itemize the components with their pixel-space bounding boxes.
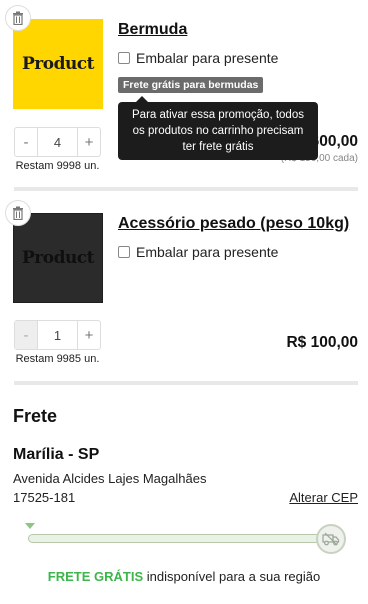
gift-wrap-label: Embalar para presente <box>136 50 279 66</box>
free-shipping-progress-bar <box>28 534 344 543</box>
promo-tooltip: Para ativar essa promoção, todos os prod… <box>118 96 318 160</box>
change-cep-link[interactable]: Alterar CEP <box>289 490 358 505</box>
quantity-stepper[interactable]: - 4 + <box>14 127 101 157</box>
gift-wrap-checkbox[interactable] <box>118 246 130 258</box>
progress-start-marker <box>25 523 35 529</box>
stock-remaining: Restam 9998 un. <box>15 160 100 172</box>
free-shipping-unavailable-text: indisponível para a sua região <box>143 569 321 584</box>
product-image-text: Product <box>21 54 95 74</box>
product-name[interactable]: Bermuda <box>118 21 187 39</box>
remove-item-button[interactable] <box>5 5 31 31</box>
item-total-price: R$ 100,00 <box>286 334 358 351</box>
quantity-value[interactable]: 4 <box>37 128 78 156</box>
increment-button[interactable]: + <box>78 128 100 156</box>
shipping-title: Frete <box>13 406 58 426</box>
shipping-cep: 17525-181 <box>13 490 76 505</box>
stock-remaining: Restam 9985 un. <box>15 353 100 365</box>
progress-end-marker <box>316 524 346 554</box>
gift-wrap-checkbox[interactable] <box>118 52 130 64</box>
free-shipping-label: FRETE GRÁTIS <box>47 569 144 584</box>
trash-icon <box>13 11 23 25</box>
quantity-value[interactable]: 1 <box>37 321 78 349</box>
trash-icon <box>13 206 23 220</box>
divider <box>14 381 358 385</box>
shipping-city: Marília - SP <box>13 446 100 463</box>
remove-item-button[interactable] <box>5 200 31 226</box>
quantity-stepper[interactable]: - 1 + <box>14 320 101 350</box>
divider <box>14 187 358 191</box>
gift-wrap-label: Embalar para presente <box>136 244 279 260</box>
product-image-text: Product <box>21 248 95 268</box>
product-name[interactable]: Acessório pesado (peso 10kg) <box>118 215 349 233</box>
product-image[interactable]: Product <box>13 19 103 109</box>
gift-wrap-option[interactable]: Embalar para presente <box>118 244 278 260</box>
truck-icon <box>322 532 340 546</box>
product-image[interactable]: Product <box>13 213 103 303</box>
shipping-street: Avenida Alcides Lajes Magalhães <box>13 471 207 486</box>
free-shipping-message: FRETE GRÁTIS indisponível para a sua reg… <box>0 569 368 584</box>
decrement-button[interactable]: - <box>15 321 37 349</box>
decrement-button[interactable]: - <box>15 128 37 156</box>
promo-badge[interactable]: Frete grátis para bermudas <box>118 77 264 93</box>
gift-wrap-option[interactable]: Embalar para presente <box>118 50 278 66</box>
increment-button[interactable]: + <box>78 321 100 349</box>
